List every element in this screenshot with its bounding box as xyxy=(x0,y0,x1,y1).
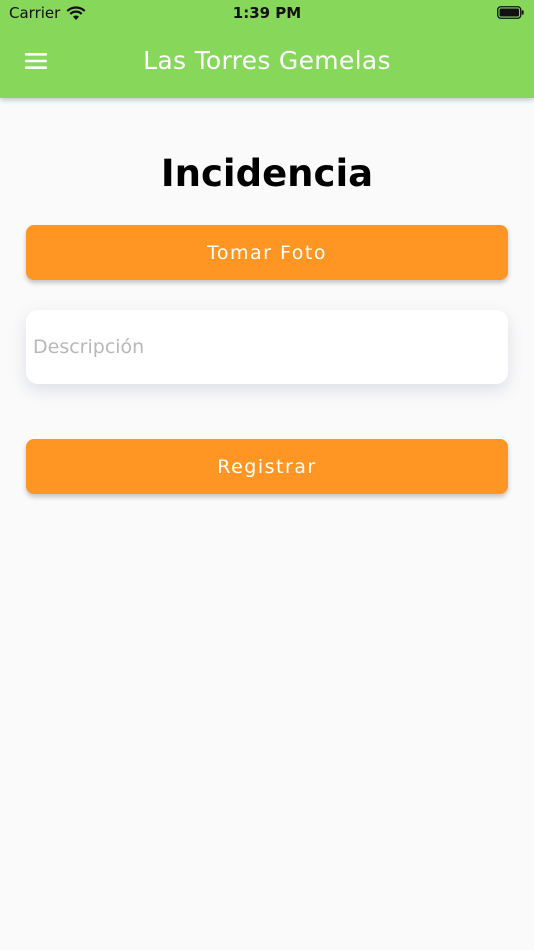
app-title: Las Torres Gemelas xyxy=(143,46,391,75)
take-photo-button[interactable]: Tomar Foto xyxy=(26,225,508,280)
page-title: Incidencia xyxy=(160,152,374,195)
status-bar: Carrier 1:39 PM xyxy=(0,0,534,28)
app-header: Carrier 1:39 PM Las Torres Gemelas xyxy=(0,0,534,98)
battery-icon xyxy=(497,6,524,19)
status-time: 1:39 PM xyxy=(232,4,302,22)
description-field-container xyxy=(26,310,508,384)
register-button[interactable]: Registrar xyxy=(26,439,508,494)
app-toolbar: Las Torres Gemelas xyxy=(0,28,534,98)
main-content: Incidencia Tomar Foto Registrar xyxy=(0,98,534,950)
description-input[interactable] xyxy=(26,310,508,384)
